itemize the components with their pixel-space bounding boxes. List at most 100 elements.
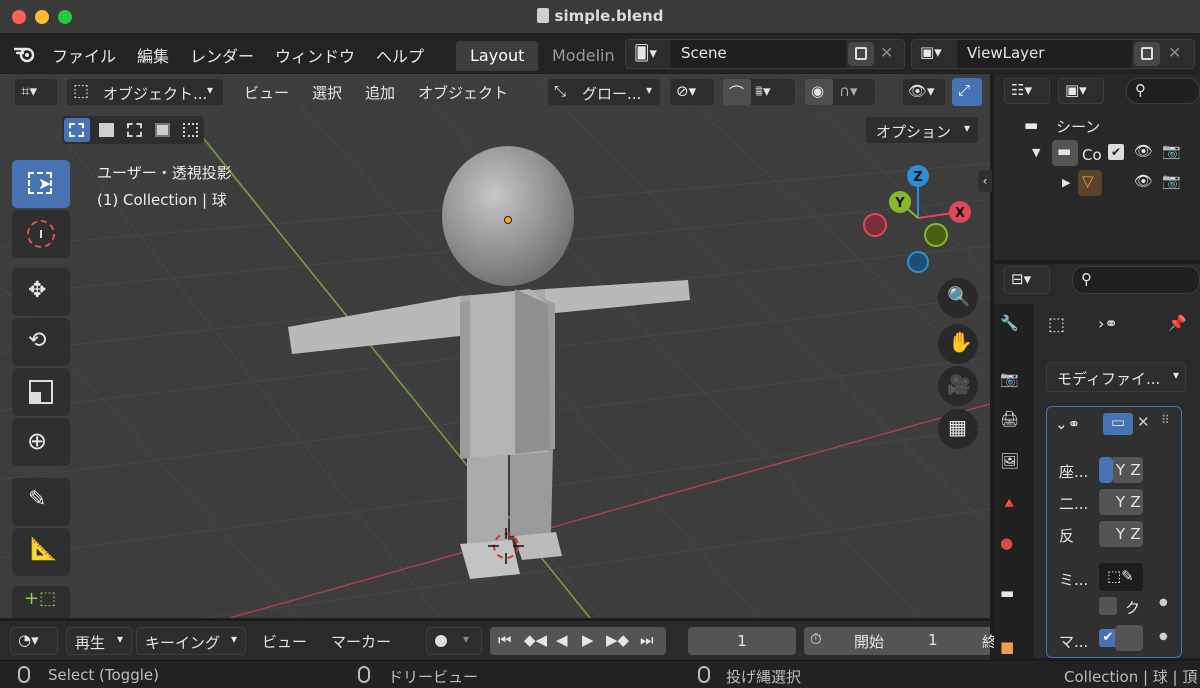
prev-keyframe-icon[interactable]: ◆◀ — [524, 631, 547, 649]
properties-search[interactable]: ⚲ — [1072, 266, 1200, 294]
properties-editor-type[interactable]: ⊟▾ — [1004, 266, 1050, 294]
play-icon[interactable]: ▶ — [582, 631, 594, 649]
eye-icon[interactable]: 👁 — [1134, 172, 1153, 190]
select-extend-icon[interactable] — [94, 118, 120, 142]
viewport-menu-view[interactable]: ビュー — [244, 82, 289, 103]
falloff-icon[interactable]: ∩▾ — [839, 82, 858, 100]
viewport-menu-object[interactable]: オブジェクト — [418, 82, 508, 103]
visibility-dropdown[interactable]: 👁▾ — [902, 78, 946, 106]
pan-hand-icon[interactable]: ✋ — [938, 324, 978, 364]
snap-toggle-icon[interactable]: ⌒ — [723, 79, 751, 105]
pivot-point-dropdown[interactable]: ⊘▾ — [669, 78, 715, 106]
scale-tool[interactable] — [12, 368, 70, 416]
ortho-grid-icon[interactable]: ▦ — [938, 409, 978, 449]
timeline-menu-marker[interactable]: マーカー — [331, 631, 391, 652]
navigation-gizmo[interactable]: Z X Y — [863, 165, 971, 273]
keying-dropdown[interactable]: キーイング ▾ — [136, 627, 246, 655]
cursor-tool[interactable] — [12, 210, 70, 258]
axis-x-toggle[interactable] — [1099, 457, 1113, 483]
3d-viewport[interactable]: Z X Y ⌗▾ ⬚ オブジェクト... ▾ ビュー 選択 追加 オブジェクト … — [0, 74, 990, 618]
view-layer-icon[interactable]: ▣▾ — [920, 43, 942, 61]
menu-help[interactable]: ヘルプ — [376, 43, 424, 67]
auto-keying-toggle[interactable]: ▾ — [426, 627, 482, 655]
keyframe-dot-icon[interactable]: ● — [1159, 631, 1168, 642]
scene-icon[interactable]: 🂠▾ — [634, 44, 657, 62]
tab-layout[interactable]: Layout — [456, 41, 539, 71]
clip-checkbox[interactable] — [1099, 597, 1117, 615]
delete-modifier-icon[interactable]: ✕ — [1137, 413, 1150, 431]
tab-modeling[interactable]: Modelin — [538, 41, 629, 71]
measure-tool[interactable]: 📐 — [12, 528, 70, 576]
world-icon[interactable]: ● — [1000, 534, 1030, 564]
flip-y-toggle[interactable]: Y — [1113, 521, 1128, 547]
show-in-viewport-icon[interactable]: ▭ — [1103, 413, 1133, 435]
next-keyframe-icon[interactable]: ▶◆ — [606, 631, 629, 649]
select-box-tool[interactable]: ➤ — [12, 160, 70, 208]
flip-z-toggle[interactable]: Z — [1128, 521, 1143, 547]
expand-object-icon[interactable]: ▶ — [1062, 176, 1070, 189]
proportional-editing[interactable]: ◉ ∩▾ — [804, 78, 876, 106]
snap-controls[interactable]: ⌒ ⩩▾ — [722, 78, 796, 106]
drag-handle-icon[interactable]: ⠿ — [1161, 413, 1170, 427]
scene-name-field[interactable]: Scene — [671, 40, 846, 68]
proportional-editing-icon[interactable]: ◉ — [805, 79, 833, 105]
axis-y-toggle[interactable]: Y — [1113, 457, 1128, 483]
menu-window[interactable]: ウィンドウ — [275, 43, 355, 67]
options-dropdown[interactable]: オプション ▾ — [865, 116, 979, 144]
character-mesh[interactable] — [288, 146, 690, 579]
axis-z-toggle[interactable]: Z — [1128, 457, 1143, 483]
merge-distance-field[interactable] — [1115, 625, 1143, 651]
copy-scene-icon[interactable] — [848, 42, 874, 66]
collection-checkbox[interactable]: ✔ — [1108, 144, 1124, 160]
tool-wrench-icon[interactable]: 🔧 — [1000, 314, 1030, 344]
jump-end-icon[interactable]: ⏭ — [640, 631, 654, 649]
annotate-tool[interactable]: ✎ — [12, 478, 70, 526]
current-frame-field[interactable]: 1 — [688, 627, 796, 655]
outliner-search[interactable]: ⚲ — [1126, 78, 1200, 104]
collection-props-icon[interactable]: ▬ — [1000, 584, 1030, 614]
jump-start-icon[interactable]: ⏮ — [498, 631, 512, 649]
output-printer-icon[interactable]: 🖨 — [1000, 410, 1030, 440]
add-modifier-dropdown[interactable]: モディファイ... ▾ — [1046, 362, 1186, 392]
zoom-icon[interactable]: 🔍 — [938, 278, 978, 318]
eye-icon[interactable]: 👁 — [1134, 142, 1153, 160]
keyframe-dot-icon[interactable]: ● — [1159, 597, 1168, 608]
mirror-object-field[interactable]: ⬚✎ — [1099, 563, 1143, 591]
editor-type-button[interactable]: ⌗▾ — [14, 78, 58, 106]
copy-view-layer-icon[interactable] — [1134, 42, 1160, 66]
select-new-icon[interactable] — [64, 118, 90, 142]
remove-scene-icon[interactable]: ✕ — [880, 43, 893, 62]
timeline-menu-view[interactable]: ビュー — [262, 631, 307, 652]
mesh-object-icon[interactable]: ▽ — [1078, 170, 1102, 196]
add-cube-tool[interactable]: +⬚ — [12, 586, 70, 618]
object-icon[interactable]: ⬚ — [1048, 314, 1065, 335]
render-icon[interactable]: 📷 — [1000, 370, 1030, 400]
camera-icon[interactable]: 📷 — [1162, 142, 1181, 160]
timeline-editor-type[interactable]: ◔▾ — [10, 627, 58, 655]
select-subtract-icon[interactable] — [122, 118, 148, 142]
transform-orientation-dropdown[interactable]: ⤡ グロー... ▾ — [547, 78, 661, 106]
select-intersect-icon[interactable] — [178, 118, 204, 142]
viewport-menu-select[interactable]: 選択 — [312, 82, 342, 103]
play-reverse-icon[interactable]: ◀ — [556, 631, 568, 649]
select-invert-icon[interactable] — [150, 118, 176, 142]
menu-edit[interactable]: 編集 — [137, 43, 169, 67]
camera-icon[interactable]: 📷 — [1162, 172, 1181, 190]
view-layer-selector[interactable]: ▣▾ ViewLayer ✕ — [911, 39, 1195, 69]
bisect-x-toggle[interactable] — [1099, 489, 1113, 515]
sidebar-toggle-arrow-icon[interactable]: ‹ — [978, 170, 992, 192]
camera-view-icon[interactable]: 🎥 — [938, 366, 978, 406]
view-layer-name-field[interactable]: ViewLayer — [957, 40, 1132, 68]
transform-tool[interactable]: ⊕ — [12, 418, 70, 466]
viewport-scene[interactable]: Z X Y — [0, 74, 990, 618]
flip-x-toggle[interactable] — [1099, 521, 1113, 547]
bisect-y-toggle[interactable]: Y — [1113, 489, 1128, 515]
menu-render[interactable]: レンダー — [190, 43, 254, 67]
view-layer-image-icon[interactable]: 🖼 — [1000, 452, 1030, 482]
start-frame-value[interactable]: 1 — [928, 631, 938, 649]
rotate-tool[interactable]: ⟲ — [12, 318, 70, 366]
display-mode-dropdown[interactable]: ▣▾ — [1058, 78, 1104, 104]
collapse-modifier-icon[interactable]: ⌄⚭ — [1055, 415, 1080, 433]
collection-label[interactable]: Co — [1082, 146, 1102, 164]
blender-logo-icon[interactable] — [14, 44, 36, 64]
